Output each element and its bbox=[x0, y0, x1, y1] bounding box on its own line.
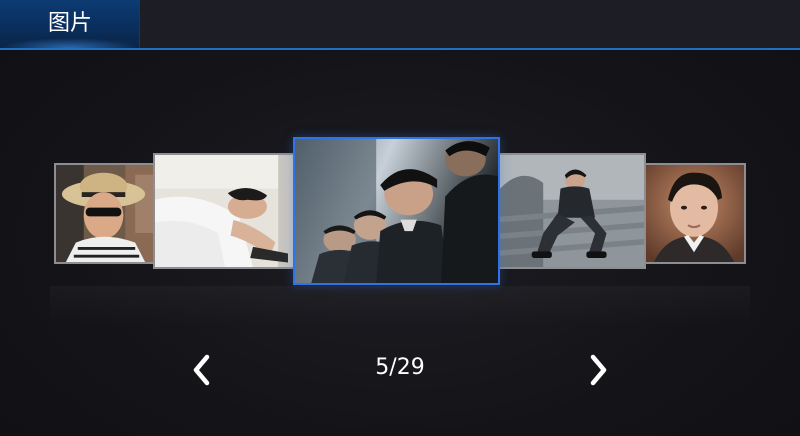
page-title: 图片 bbox=[47, 11, 92, 36]
next-button[interactable] bbox=[575, 348, 619, 392]
title-tab[interactable]: 图片 bbox=[0, 0, 140, 48]
chevron-right-icon bbox=[590, 354, 607, 386]
photo-thumbnail[interactable] bbox=[54, 163, 157, 264]
photo-viewer-screen: 图片 5/29 bbox=[0, 0, 800, 436]
photo-thumbnail[interactable] bbox=[498, 153, 646, 269]
photo-thumbnail-selected[interactable] bbox=[293, 137, 500, 285]
photo-man-portrait-image bbox=[644, 165, 744, 262]
carousel-floor-reflection bbox=[50, 286, 750, 326]
photo-group-men-dark-image bbox=[295, 139, 498, 283]
top-bar: 图片 bbox=[0, 0, 800, 50]
photo-thumbnail[interactable] bbox=[153, 153, 297, 269]
photo-man-lying-white-shirt-image bbox=[155, 155, 295, 267]
photo-man-straw-hat-image bbox=[56, 165, 155, 262]
photo-man-sitting-steps-image bbox=[500, 155, 644, 267]
photo-thumbnail[interactable] bbox=[642, 163, 746, 264]
page-counter: 5/29 bbox=[375, 355, 425, 380]
previous-button[interactable] bbox=[181, 348, 225, 392]
chevron-left-icon bbox=[193, 354, 210, 386]
